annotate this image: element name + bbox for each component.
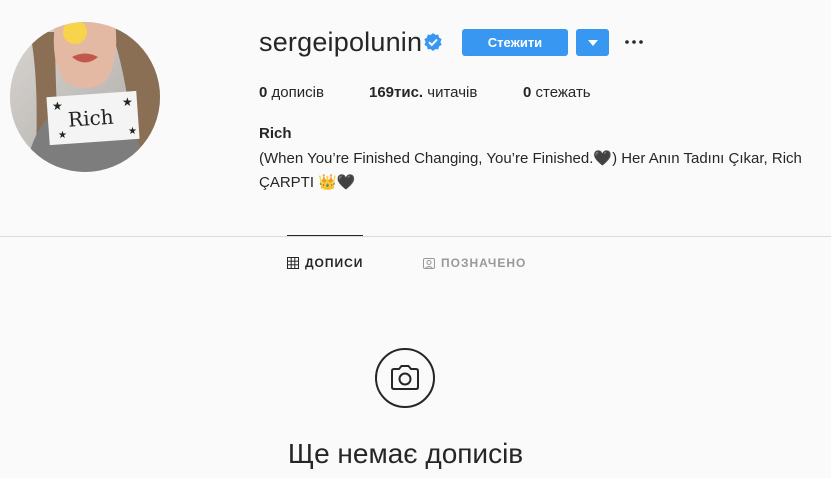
posts-count-label: дописів [271, 84, 324, 101]
profile-photo: Rich ★ ★ ★ ★ [10, 22, 160, 172]
empty-state-icon-circle [375, 348, 435, 408]
camera-icon [391, 365, 419, 390]
followers-count-value: 169тис. [369, 84, 424, 101]
posts-count-value: 0 [259, 84, 268, 101]
chevron-down-icon [587, 39, 598, 46]
bio-text: (When You’re Finished Changing, You’re F… [259, 150, 802, 191]
svg-text:★: ★ [122, 95, 133, 109]
following-count-value: 0 [523, 84, 532, 101]
following-count-label: стежать [535, 84, 591, 101]
following-count[interactable]: 0 стежать [523, 84, 591, 101]
svg-text:★: ★ [52, 99, 63, 113]
follow-button[interactable]: Стежити [462, 29, 568, 56]
empty-state-title: Ще немає дописів [287, 438, 524, 469]
verified-badge-icon [424, 33, 442, 51]
svg-text:★: ★ [58, 130, 67, 141]
tabs-divider [0, 236, 831, 237]
tagged-icon [423, 258, 435, 269]
tab-tagged[interactable]: ПОЗНАЧЕНО [423, 256, 526, 270]
svg-text:★: ★ [128, 126, 137, 137]
tab-tagged-label: ПОЗНАЧЕНО [441, 256, 527, 270]
followers-count-label: читачів [427, 84, 478, 101]
active-tab-indicator [287, 235, 363, 236]
profile-username: sergeipolunin [259, 27, 423, 57]
suggested-dropdown-button[interactable] [576, 29, 609, 56]
avatar-sign-text: Rich [67, 105, 114, 132]
profile-avatar[interactable]: Rich ★ ★ ★ ★ [10, 22, 160, 172]
more-dots-icon [625, 40, 643, 44]
bio-full-name: Rich [259, 125, 292, 142]
tab-posts[interactable]: ДОПИСИ [287, 256, 363, 270]
more-options-button[interactable] [624, 32, 644, 52]
posts-count: 0 дописів [259, 84, 324, 101]
tab-posts-label: ДОПИСИ [305, 256, 364, 270]
followers-count[interactable]: 169тис. читачів [369, 84, 477, 101]
grid-icon [287, 257, 299, 269]
